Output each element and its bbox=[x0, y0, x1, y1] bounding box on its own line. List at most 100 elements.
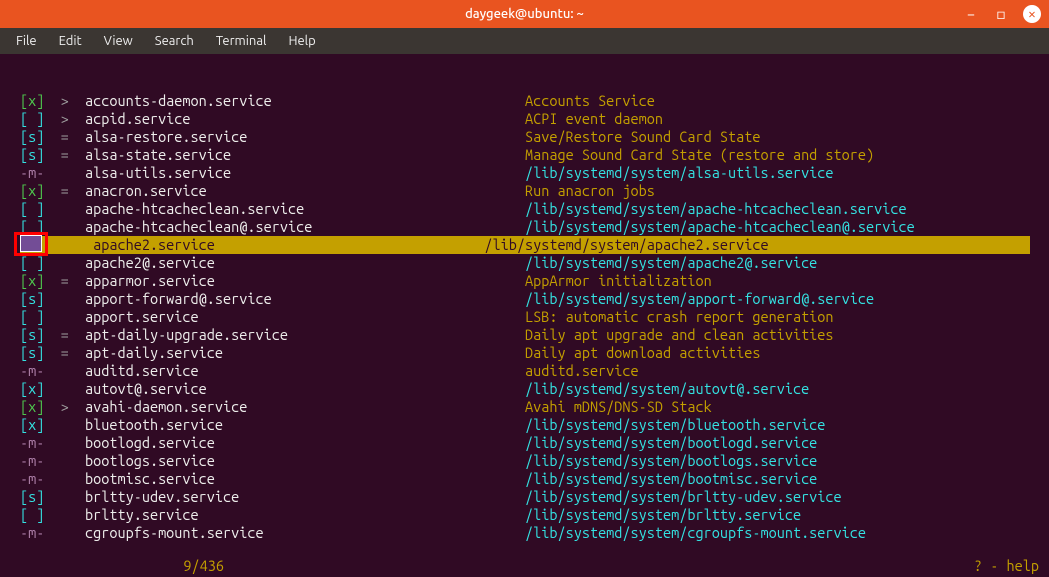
service-desc: AppArmor initialization bbox=[525, 272, 712, 290]
service-name: acpid.service bbox=[85, 110, 525, 128]
service-desc: /lib/systemd/system/brltty.service bbox=[525, 506, 801, 524]
service-desc: /lib/systemd/system/bluetooth.service bbox=[525, 416, 825, 434]
service-row[interactable]: [x] = apparmor.serviceAppArmor initializ… bbox=[4, 272, 1045, 290]
status-mark: [s] bbox=[20, 290, 44, 307]
status-mark: [ ] bbox=[20, 110, 44, 127]
service-desc: /lib/systemd/system/bootlogd.service bbox=[525, 434, 817, 452]
service-name: auditd.service bbox=[85, 362, 525, 380]
service-row[interactable]: -m- auditd.serviceauditd.service bbox=[4, 362, 1045, 380]
flag-mark: = bbox=[44, 182, 85, 199]
service-row[interactable]: apache2.service/lib/systemd/system/apach… bbox=[4, 236, 1045, 254]
terminal-content[interactable]: [x] > accounts-daemon.serviceAccounts Se… bbox=[0, 54, 1049, 577]
status-help: ? - help bbox=[974, 557, 1039, 575]
selected-row[interactable]: apache2.service/lib/systemd/system/apach… bbox=[20, 236, 1030, 254]
service-row[interactable]: [x] > accounts-daemon.serviceAccounts Se… bbox=[4, 92, 1045, 110]
flag-mark bbox=[44, 380, 85, 397]
flag-mark bbox=[44, 362, 85, 379]
service-desc: Avahi mDNS/DNS-SD Stack bbox=[525, 398, 712, 416]
service-desc: /lib/systemd/system/bootlogs.service bbox=[525, 452, 817, 470]
service-desc: /lib/systemd/system/apache-htcacheclean.… bbox=[525, 200, 907, 218]
service-row[interactable]: [x] = anacron.serviceRun anacron jobs bbox=[4, 182, 1045, 200]
service-row[interactable]: [s] apport-forward@.service/lib/systemd/… bbox=[4, 290, 1045, 308]
service-row[interactable]: -m- bootlogd.service/lib/systemd/system/… bbox=[4, 434, 1045, 452]
flag-mark bbox=[44, 488, 85, 505]
window-controls: − ◻ ✕ bbox=[963, 5, 1041, 23]
flag-mark bbox=[44, 200, 85, 217]
menu-terminal[interactable]: Terminal bbox=[206, 31, 277, 51]
menu-search[interactable]: Search bbox=[145, 31, 204, 51]
window-title: daygeek@ubuntu: ~ bbox=[465, 7, 584, 21]
service-desc: Daily apt upgrade and clean activities bbox=[525, 326, 834, 344]
service-name: apache-htcacheclean@.service bbox=[85, 218, 525, 236]
service-name: bootmisc.service bbox=[85, 470, 525, 488]
status-mark: [s] bbox=[20, 128, 44, 145]
service-row[interactable]: [ ] apache-htcacheclean@.service/lib/sys… bbox=[4, 218, 1045, 236]
service-name: anacron.service bbox=[85, 182, 525, 200]
menu-edit[interactable]: Edit bbox=[49, 31, 92, 51]
flag-mark: > bbox=[44, 398, 85, 415]
service-name: apache2@.service bbox=[85, 254, 525, 272]
service-desc: /lib/systemd/system/brltty-udev.service bbox=[525, 488, 842, 506]
flag-mark bbox=[44, 218, 85, 235]
status-mark: [x] bbox=[20, 380, 44, 397]
status-mark: [ ] bbox=[20, 308, 44, 325]
flag-mark bbox=[44, 308, 85, 325]
service-row[interactable]: [s] = apt-daily.serviceDaily apt downloa… bbox=[4, 344, 1045, 362]
status-mark: -m- bbox=[20, 164, 44, 181]
status-mark: -m- bbox=[20, 524, 44, 541]
service-name: bluetooth.service bbox=[85, 416, 525, 434]
menu-help[interactable]: Help bbox=[278, 31, 325, 51]
service-row[interactable]: [x] bluetooth.service/lib/systemd/system… bbox=[4, 416, 1045, 434]
maximize-icon[interactable]: ◻ bbox=[993, 6, 1009, 22]
close-icon[interactable]: ✕ bbox=[1023, 5, 1041, 23]
service-name: alsa-state.service bbox=[85, 146, 525, 164]
service-row[interactable]: [s] = apt-daily-upgrade.serviceDaily apt… bbox=[4, 326, 1045, 344]
service-row[interactable]: [ ] apache-htcacheclean.service/lib/syst… bbox=[4, 200, 1045, 218]
service-row[interactable]: [ ] > acpid.serviceACPI event daemon bbox=[4, 110, 1045, 128]
service-name: apache2.service bbox=[44, 236, 484, 254]
service-row[interactable]: [ ] apache2@.service/lib/systemd/system/… bbox=[4, 254, 1045, 272]
service-row[interactable]: -m- bootmisc.service/lib/systemd/system/… bbox=[4, 470, 1045, 488]
service-row[interactable]: [ ] brltty.service/lib/systemd/system/br… bbox=[4, 506, 1045, 524]
service-desc: /lib/systemd/system/apache-htcacheclean@… bbox=[525, 218, 915, 236]
flag-mark: = bbox=[44, 344, 85, 361]
status-mark: [s] bbox=[20, 146, 44, 163]
service-desc: /lib/systemd/system/bootmisc.service bbox=[525, 470, 817, 488]
service-row[interactable]: -m- alsa-utils.service/lib/systemd/syste… bbox=[4, 164, 1045, 182]
menu-file[interactable]: File bbox=[6, 31, 47, 51]
service-row[interactable]: -m- bootlogs.service/lib/systemd/system/… bbox=[4, 452, 1045, 470]
service-desc: /lib/systemd/system/alsa-utils.service bbox=[525, 164, 834, 182]
flag-mark bbox=[44, 254, 85, 271]
service-desc: Save/Restore Sound Card State bbox=[525, 128, 760, 146]
service-row[interactable]: [x] > avahi-daemon.serviceAvahi mDNS/DNS… bbox=[4, 398, 1045, 416]
service-desc: Accounts Service bbox=[525, 92, 655, 110]
service-name: bootlogs.service bbox=[85, 452, 525, 470]
status-mark: [x] bbox=[20, 272, 44, 289]
status-mark: [s] bbox=[20, 344, 44, 361]
service-name: avahi-daemon.service bbox=[85, 398, 525, 416]
flag-mark bbox=[44, 506, 85, 523]
service-name: apt-daily-upgrade.service bbox=[85, 326, 525, 344]
flag-mark: > bbox=[44, 110, 85, 127]
service-name: alsa-utils.service bbox=[85, 164, 525, 182]
service-row[interactable]: -m- cgroupfs-mount.service/lib/systemd/s… bbox=[4, 524, 1045, 542]
service-row[interactable]: [s] = alsa-state.serviceManage Sound Car… bbox=[4, 146, 1045, 164]
cursor-block bbox=[20, 235, 42, 252]
service-row[interactable]: [x] autovt@.service/lib/systemd/system/a… bbox=[4, 380, 1045, 398]
service-desc: Manage Sound Card State (restore and sto… bbox=[525, 146, 874, 164]
minimize-icon[interactable]: − bbox=[963, 6, 979, 22]
service-name: brltty-udev.service bbox=[85, 488, 525, 506]
service-name: alsa-restore.service bbox=[85, 128, 525, 146]
service-name: apt-daily.service bbox=[85, 344, 525, 362]
menu-view[interactable]: View bbox=[94, 31, 143, 51]
service-row[interactable]: [ ] apport.serviceLSB: automatic crash r… bbox=[4, 308, 1045, 326]
service-row[interactable]: [s] = alsa-restore.serviceSave/Restore S… bbox=[4, 128, 1045, 146]
flag-mark bbox=[44, 524, 85, 541]
status-mark: -m- bbox=[20, 470, 44, 487]
service-row[interactable]: [s] brltty-udev.service/lib/systemd/syst… bbox=[4, 488, 1045, 506]
status-mark: [s] bbox=[20, 488, 44, 505]
status-mark: [ ] bbox=[20, 506, 44, 523]
titlebar: daygeek@ubuntu: ~ − ◻ ✕ bbox=[0, 0, 1049, 28]
service-name: cgroupfs-mount.service bbox=[85, 524, 525, 542]
status-mark: [x] bbox=[20, 398, 44, 415]
